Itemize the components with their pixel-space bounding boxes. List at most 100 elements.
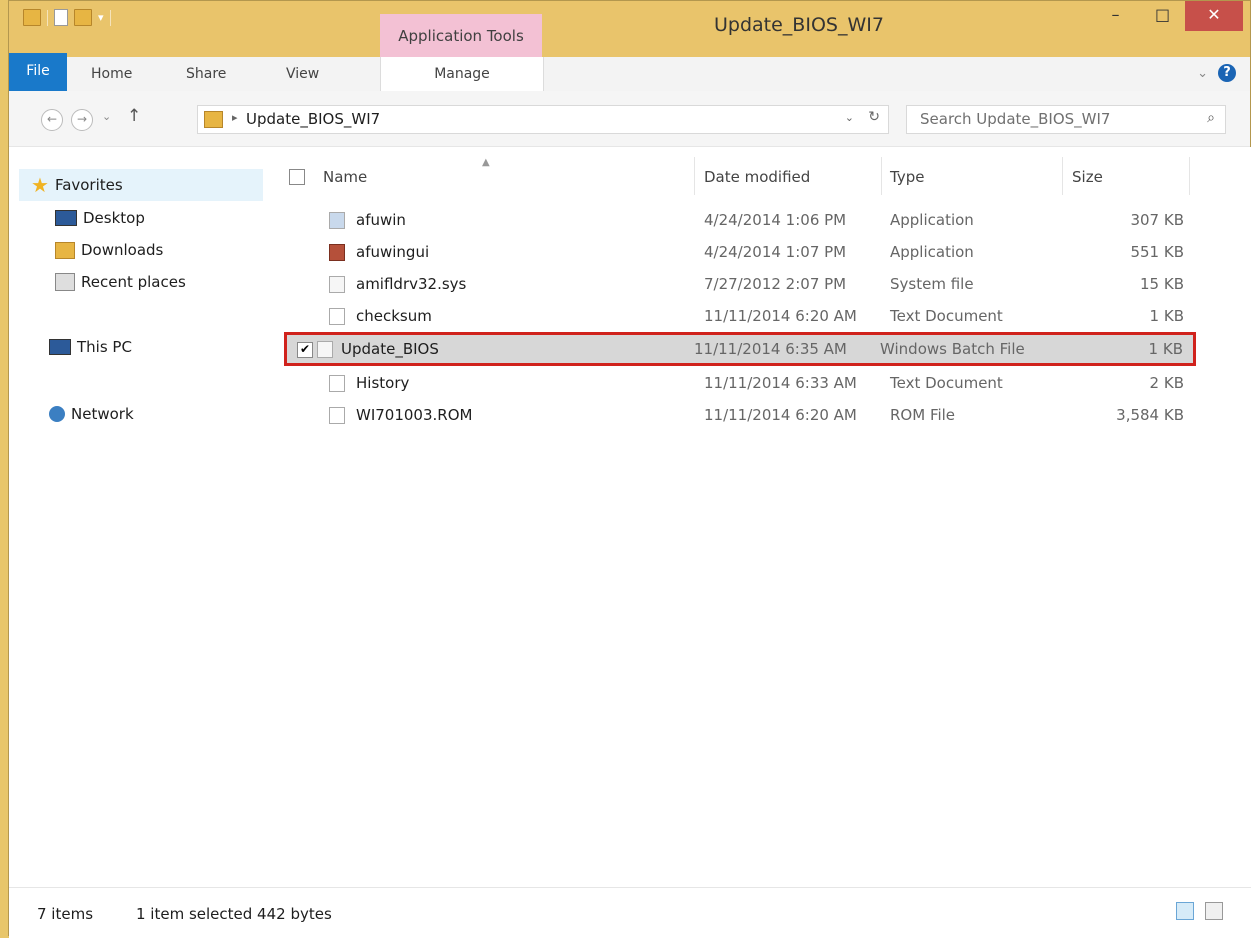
nav-desktop[interactable]: Desktop (55, 204, 145, 232)
explorer-window: ▾ Application Tools Update_BIOS_WI7 – □ … (8, 0, 1251, 938)
column-divider[interactable] (1062, 157, 1063, 195)
file-size: 551 KB (1130, 243, 1184, 261)
file-date: 4/24/2014 1:07 PM (704, 243, 847, 261)
file-row-selected[interactable]: ✔ Update_BIOS 11/11/2014 6:35 AM Windows… (284, 332, 1196, 366)
star-icon: ★ (31, 173, 49, 197)
new-folder-icon[interactable] (74, 9, 92, 26)
properties-icon[interactable] (54, 9, 68, 26)
up-button[interactable]: ↑ (127, 106, 141, 126)
file-type: Application (890, 243, 974, 261)
tab-home[interactable]: Home (91, 57, 132, 91)
file-row[interactable]: afuwingui 4/24/2014 1:07 PM Application … (289, 237, 1199, 268)
file-size: 3,584 KB (1116, 406, 1184, 424)
file-date: 11/11/2014 6:20 AM (704, 406, 857, 424)
file-type: Application (890, 211, 974, 229)
file-type: Text Document (890, 374, 1003, 392)
customize-toolbar-icon[interactable]: ▾ (98, 11, 104, 24)
large-icons-view-icon[interactable] (1205, 902, 1223, 920)
nav-downloads-label: Downloads (81, 241, 164, 259)
column-header-name[interactable]: Name (323, 163, 367, 191)
file-size: 2 KB (1149, 374, 1184, 392)
file-row[interactable]: checksum 11/11/2014 6:20 AM Text Documen… (289, 301, 1199, 332)
tab-manage[interactable]: Manage (380, 57, 544, 91)
address-bar[interactable]: ▸ Update_BIOS_WI7 ⌄ ↻ (197, 105, 889, 134)
file-list: Name ▲ Date modified Type Size afuwin 4/… (274, 147, 1251, 887)
file-size: 15 KB (1140, 275, 1184, 293)
close-button[interactable]: ✕ (1185, 1, 1243, 31)
column-divider[interactable] (1189, 157, 1190, 195)
network-icon (49, 406, 65, 422)
search-icon[interactable]: ⌕ (1207, 110, 1215, 126)
generic-file-icon (329, 407, 345, 424)
column-divider[interactable] (881, 157, 882, 195)
sort-ascending-icon: ▲ (482, 157, 490, 168)
column-divider[interactable] (694, 157, 695, 195)
back-button[interactable]: ← (41, 109, 63, 131)
folder-icon (204, 111, 223, 128)
file-type: System file (890, 275, 974, 293)
breadcrumb-current[interactable]: Update_BIOS_WI7 (246, 110, 380, 128)
file-date: 7/27/2012 2:07 PM (704, 275, 847, 293)
file-size: 1 KB (1149, 307, 1184, 325)
item-count: 7 items (37, 905, 94, 923)
file-row[interactable]: amifldrv32.sys 7/27/2012 2:07 PM System … (289, 269, 1199, 300)
nav-favorites-label: Favorites (54, 176, 123, 194)
ribbon-tab-bar: File Home Share View Manage ⌄ ? (9, 53, 1250, 92)
file-row[interactable]: History 11/11/2014 6:33 AM Text Document… (289, 368, 1199, 399)
help-icon[interactable]: ? (1218, 64, 1236, 82)
select-all-checkbox[interactable] (289, 169, 305, 185)
search-placeholder: Search Update_BIOS_WI7 (920, 110, 1111, 128)
toolbar-divider (109, 9, 111, 26)
recent-locations-icon[interactable]: ⌄ (102, 110, 111, 123)
column-header-date-modified[interactable]: Date modified (704, 163, 810, 191)
search-input[interactable]: Search Update_BIOS_WI7 ⌕ (906, 105, 1226, 134)
maximize-button[interactable]: □ (1141, 1, 1184, 31)
breadcrumb-separator-icon[interactable]: ▸ (232, 111, 238, 124)
recent-places-icon (55, 273, 75, 291)
window-title: Update_BIOS_WI7 (714, 14, 884, 36)
details-view-icon[interactable] (1176, 902, 1194, 920)
file-size: 307 KB (1130, 211, 1184, 229)
ribbon-right-controls: ⌄ ? (1197, 64, 1236, 82)
file-date: 11/11/2014 6:20 AM (704, 307, 857, 325)
downloads-icon (55, 241, 75, 259)
file-type: Text Document (890, 307, 1003, 325)
column-header-size[interactable]: Size (1072, 163, 1103, 191)
batch-file-icon (317, 341, 333, 358)
minimize-button[interactable]: – (1094, 1, 1137, 31)
refresh-icon[interactable]: ↻ (868, 109, 880, 125)
text-document-icon (329, 308, 345, 325)
file-type: Windows Batch File (880, 340, 1025, 358)
computer-icon (49, 339, 71, 355)
file-row[interactable]: afuwin 4/24/2014 1:06 PM Application 307… (289, 205, 1199, 236)
expand-ribbon-icon[interactable]: ⌄ (1197, 66, 1208, 81)
nav-network[interactable]: Network (49, 400, 134, 428)
file-name: checksum (356, 307, 432, 325)
tab-file[interactable]: File (9, 53, 67, 91)
application-icon (329, 212, 345, 229)
file-row[interactable]: WI701003.ROM 11/11/2014 6:20 AM ROM File… (289, 400, 1199, 431)
application-icon (329, 244, 345, 261)
selection-info: 1 item selected 442 bytes (136, 905, 332, 923)
file-date: 11/11/2014 6:35 AM (694, 340, 847, 358)
nav-recent-places-label: Recent places (81, 273, 186, 291)
text-document-icon (329, 375, 345, 392)
forward-button[interactable]: → (71, 109, 93, 131)
column-header-type[interactable]: Type (890, 163, 924, 191)
file-name: amifldrv32.sys (356, 275, 467, 293)
nav-downloads[interactable]: Downloads (55, 236, 163, 264)
folder-icon[interactable] (23, 9, 41, 26)
file-name: Update_BIOS (341, 340, 439, 358)
address-dropdown-icon[interactable]: ⌄ (845, 111, 854, 124)
tab-share[interactable]: Share (186, 57, 226, 91)
system-file-icon (329, 276, 345, 293)
nav-recent-places[interactable]: Recent places (55, 268, 186, 296)
nav-desktop-label: Desktop (83, 209, 145, 227)
quick-access-toolbar: ▾ (23, 9, 111, 26)
nav-favorites[interactable]: ★ Favorites (31, 171, 123, 199)
file-name: History (356, 374, 410, 392)
nav-network-label: Network (71, 405, 134, 423)
row-checkbox[interactable]: ✔ (297, 342, 313, 358)
tab-view[interactable]: View (286, 57, 319, 91)
nav-this-pc[interactable]: This PC (49, 333, 132, 361)
